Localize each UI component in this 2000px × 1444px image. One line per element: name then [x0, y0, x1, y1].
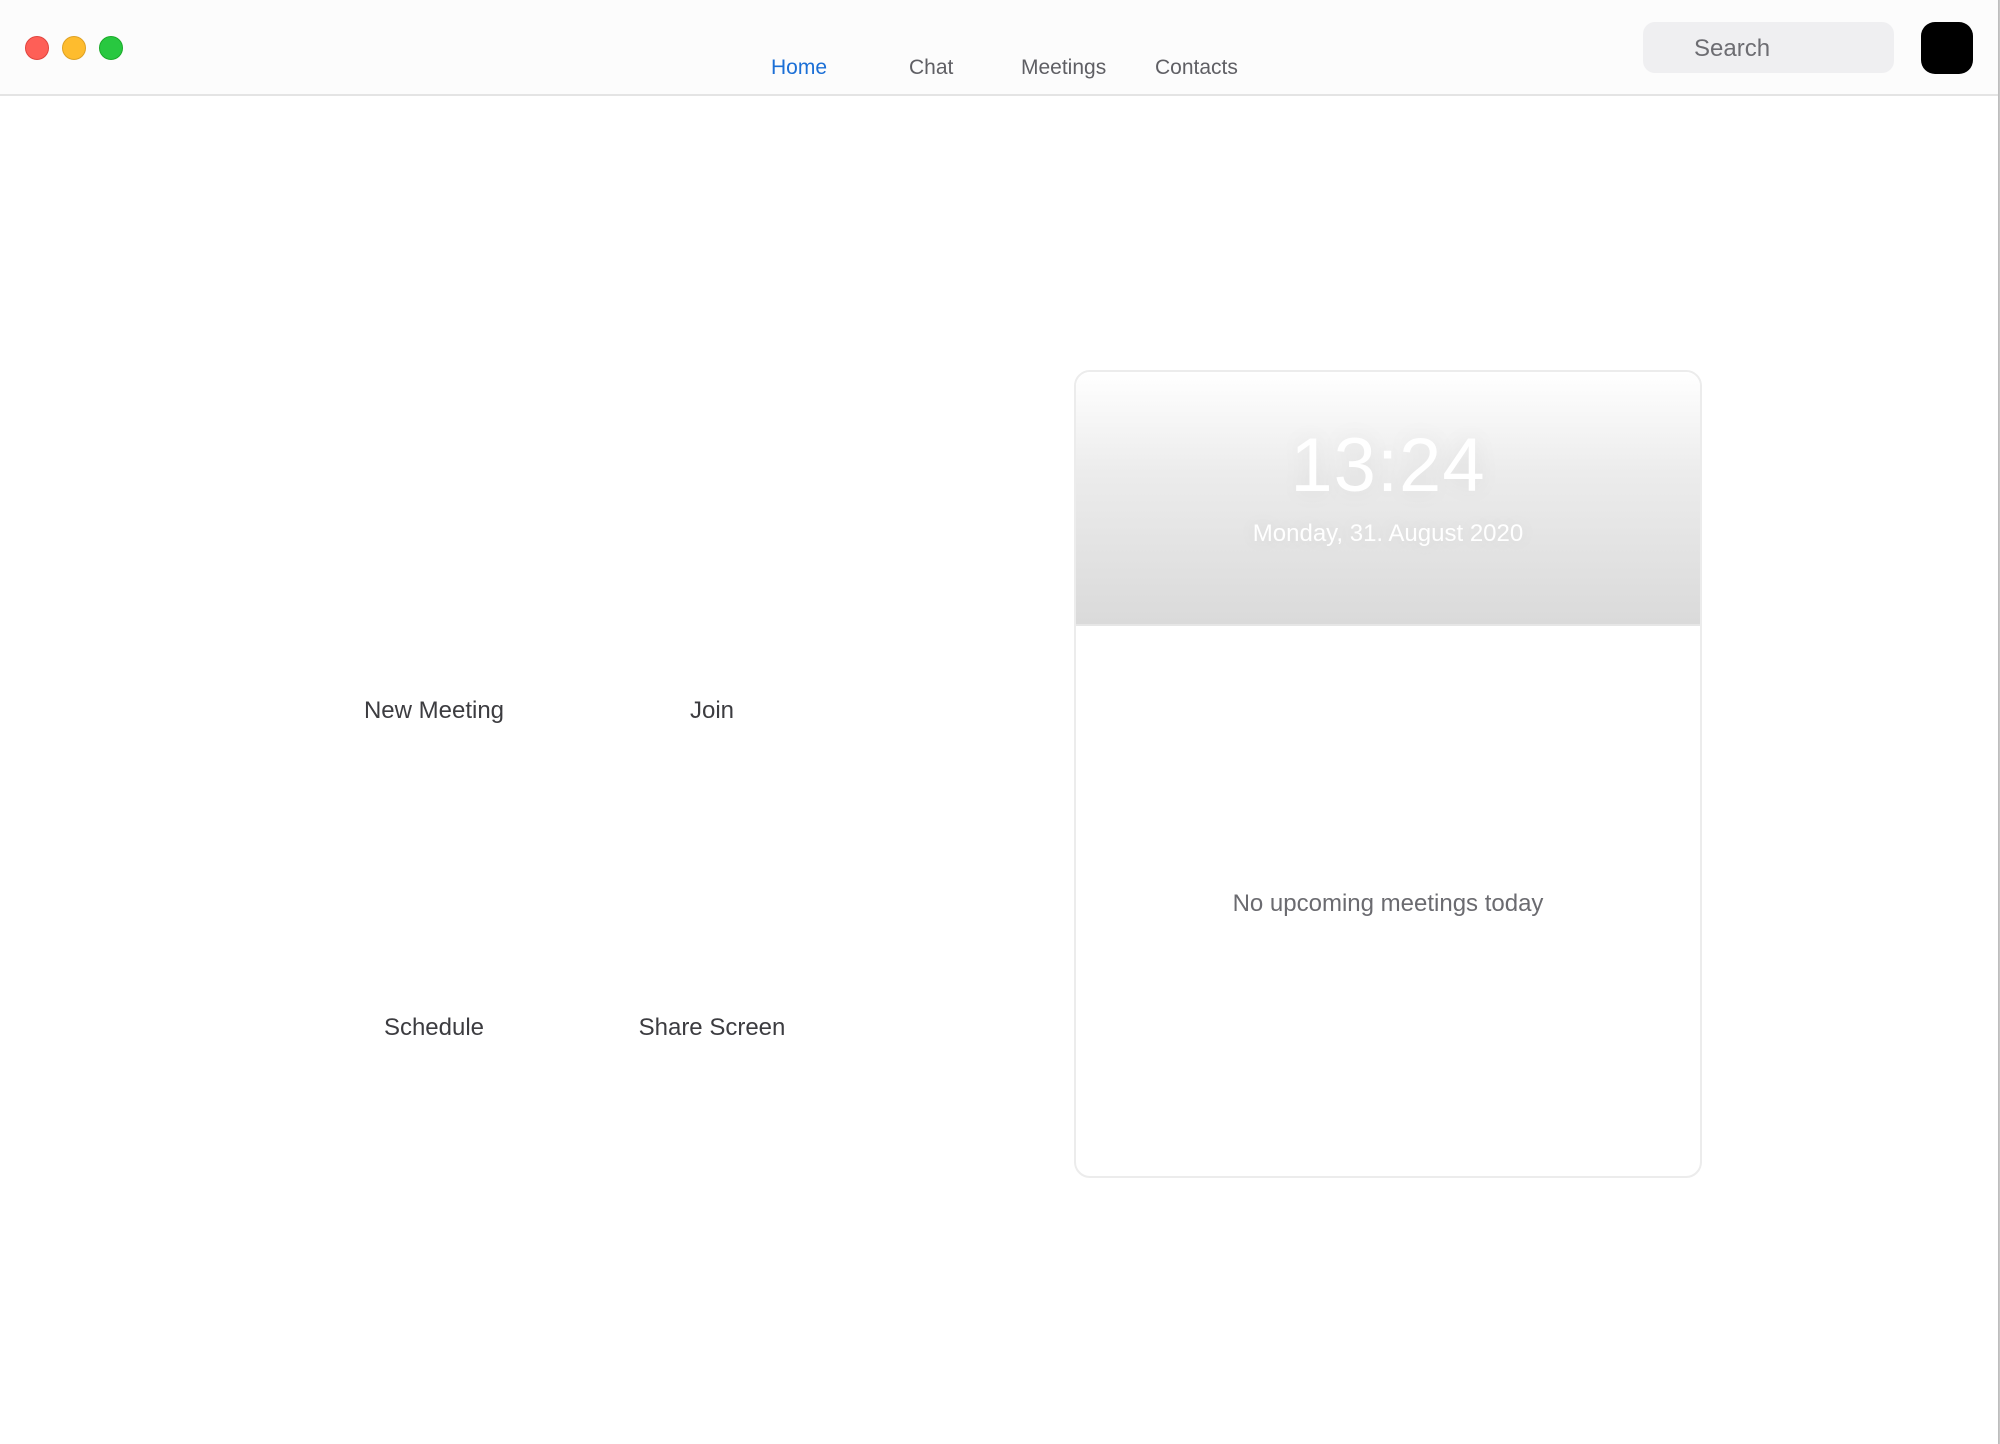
tab-contacts[interactable]: Contacts — [1155, 56, 1238, 80]
current-time: 13:24 — [1290, 423, 1486, 508]
schedule-label: Schedule — [383, 1014, 485, 1041]
title-bar: Home Chat Meetings Contacts Search — [0, 0, 1998, 96]
new-meeting-button[interactable]: New Meeting — [324, 697, 544, 725]
avatar[interactable] — [1921, 22, 1973, 74]
search-input[interactable]: Search — [1643, 22, 1894, 73]
clock-header: 13:24 Monday, 31. August 2020 — [1076, 372, 1700, 626]
share-screen-button[interactable]: Share Screen — [602, 1014, 822, 1042]
no-meetings-message: No upcoming meetings today — [1232, 890, 1544, 917]
tab-chat[interactable]: Chat — [909, 56, 953, 80]
search-placeholder: Search — [1694, 35, 1771, 62]
close-window-button[interactable] — [25, 36, 49, 60]
schedule-button[interactable]: Schedule — [324, 1014, 544, 1042]
app-window: Home Chat Meetings Contacts Search New M… — [0, 0, 1999, 1444]
join-button[interactable]: Join — [602, 697, 822, 725]
zoom-window-button[interactable] — [99, 36, 123, 60]
current-date: Monday, 31. August 2020 — [1252, 520, 1524, 547]
tab-home[interactable]: Home — [771, 56, 827, 80]
tab-meetings[interactable]: Meetings — [1021, 56, 1106, 80]
join-label: Join — [689, 697, 735, 724]
share-screen-label: Share Screen — [638, 1014, 786, 1041]
upcoming-meetings-card: 13:24 Monday, 31. August 2020 No upcomin… — [1074, 370, 1702, 1178]
minimize-window-button[interactable] — [62, 36, 86, 60]
new-meeting-label: New Meeting — [363, 697, 505, 724]
